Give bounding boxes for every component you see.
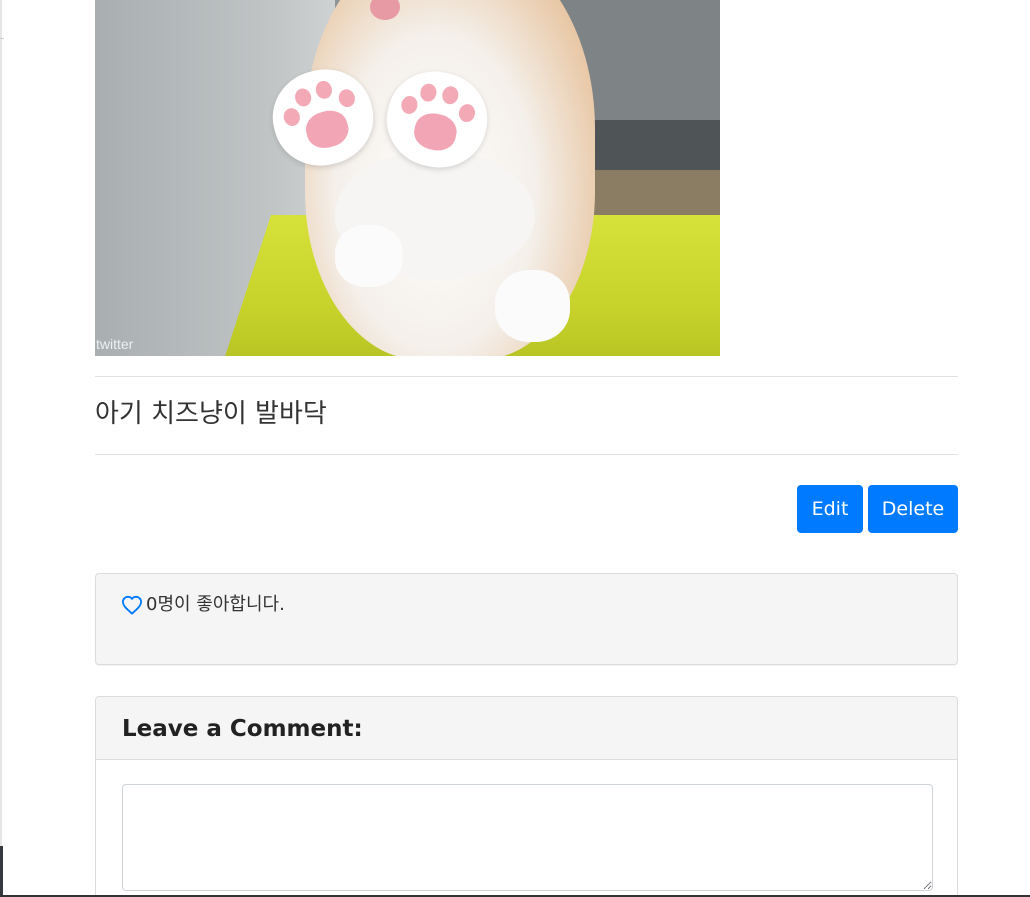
image-watermark: twitter xyxy=(96,336,134,352)
comment-card-header: Leave a Comment: xyxy=(96,697,957,760)
title-divider-bottom xyxy=(95,454,958,455)
window-left-edge xyxy=(0,0,2,897)
post-detail-page: twitter 아기 치즈냥이 발바닥 Edit Delete 0명이 좋아합니… xyxy=(0,0,1030,897)
delete-button[interactable]: Delete xyxy=(868,485,958,533)
title-divider-top xyxy=(95,376,958,377)
window-corner-divider xyxy=(0,38,4,39)
post-title: 아기 치즈냥이 발바닥 xyxy=(95,399,327,429)
post-image: twitter xyxy=(95,0,720,356)
window-left-edge-dark xyxy=(0,846,3,897)
like-card: 0명이 좋아합니다. xyxy=(95,573,958,665)
edit-button[interactable]: Edit xyxy=(797,485,863,533)
kitten-foot-left xyxy=(335,225,403,287)
comment-textarea[interactable] xyxy=(122,784,933,891)
comment-card: Leave a Comment: xyxy=(95,696,958,897)
kitten-foot-right xyxy=(495,270,570,342)
comment-heading: Leave a Comment: xyxy=(122,716,363,742)
like-count-text: 0명이 좋아합니다. xyxy=(146,594,285,615)
heart-outline-icon[interactable] xyxy=(121,595,143,615)
like-row: 0명이 좋아합니다. xyxy=(121,594,285,616)
